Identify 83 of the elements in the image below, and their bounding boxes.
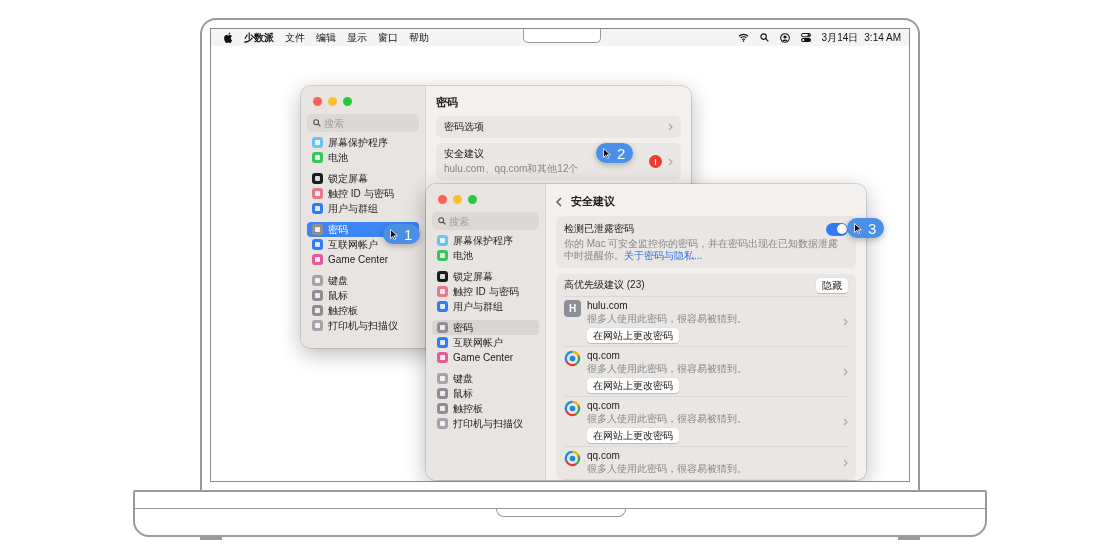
sidebar-item[interactable]: Game Center: [307, 252, 419, 267]
setting-title: 检测已泄露密码: [564, 222, 634, 236]
search-icon[interactable]: [759, 33, 769, 42]
warning-text: 很多人使用此密码，很容易被猜到。: [587, 362, 747, 376]
toggle-switch[interactable]: [826, 222, 848, 236]
sidebar-item[interactable]: 密码: [432, 320, 539, 335]
minimize-button[interactable]: [328, 97, 337, 106]
search-icon: [438, 217, 446, 225]
search-icon: [313, 119, 321, 127]
sidebar-item[interactable]: 触控板: [307, 303, 419, 318]
sidebar-item[interactable]: 键盘: [307, 273, 419, 288]
ring-logo-icon: [564, 450, 581, 467]
setting-description: 你的 Mac 可安全监控你的密码，并在密码出现在已知数据泄露中时提醒你。关于密码与隐私...: [564, 238, 840, 262]
app-menu[interactable]: 少数派: [244, 30, 274, 45]
menu-item[interactable]: 窗口: [378, 30, 398, 45]
section-title: 高优先级建议 (23): [564, 278, 645, 292]
zoom-button[interactable]: [343, 97, 352, 106]
change-password-button[interactable]: 在网站上更改密码: [587, 378, 679, 393]
control-center-icon[interactable]: [800, 33, 811, 42]
step-number: 2: [617, 144, 626, 162]
warning-text: 很多人使用此密码，很容易被猜到。: [587, 462, 747, 476]
hide-button[interactable]: 隐藏: [816, 277, 848, 293]
change-password-button[interactable]: 在网站上更改密码: [587, 428, 679, 443]
close-button[interactable]: [438, 195, 447, 204]
chevron-right-icon: [668, 123, 673, 131]
user-circle-icon[interactable]: [779, 32, 790, 43]
close-button[interactable]: [313, 97, 322, 106]
window-title: 安全建议: [571, 194, 615, 209]
sidebar-item[interactable]: 触控 ID 与密码: [307, 186, 419, 201]
menu-item[interactable]: 文件: [285, 30, 305, 45]
site-name: qq.com: [587, 400, 620, 411]
chevron-right-icon[interactable]: [843, 417, 848, 426]
ring-logo-icon: [564, 400, 581, 417]
menu-bar-date[interactable]: 3月14日: [821, 30, 859, 45]
menu-bar-time[interactable]: 3:14 AM: [864, 32, 901, 43]
row-title: 密码选项: [444, 120, 484, 134]
sidebar-item[interactable]: 鼠标: [432, 386, 539, 401]
back-chevron-icon[interactable]: [556, 196, 562, 207]
menu-item[interactable]: 显示: [347, 30, 367, 45]
cursor-icon: [390, 228, 398, 240]
menu-item[interactable]: 帮助: [409, 30, 429, 45]
sidebar-item[interactable]: 电池: [307, 150, 419, 165]
sidebar-item[interactable]: 触控 ID 与密码: [432, 284, 539, 299]
site-name: qq.com: [587, 450, 620, 461]
sidebar-item[interactable]: 打印机与扫描仪: [432, 416, 539, 431]
sidebar-item[interactable]: Game Center: [432, 350, 539, 365]
warning-text: 很多人使用此密码，很容易被猜到。: [587, 412, 747, 426]
site-letter-icon: H: [564, 300, 581, 317]
cursor-icon: [603, 147, 611, 159]
sidebar-item[interactable]: 键盘: [432, 371, 539, 386]
zoom-button[interactable]: [468, 195, 477, 204]
minimize-button[interactable]: [453, 195, 462, 204]
alert-badge: !: [649, 155, 662, 168]
sidebar-item[interactable]: 屏幕保护程序: [307, 135, 419, 150]
sidebar-item[interactable]: 用户与群组: [432, 299, 539, 314]
step-number: 3: [868, 219, 877, 237]
chevron-right-icon[interactable]: [843, 317, 848, 326]
menu-item[interactable]: 编辑: [316, 30, 336, 45]
cursor-icon: [854, 222, 862, 234]
chevron-right-icon[interactable]: [843, 367, 848, 376]
warning-text: 很多人使用此密码，很容易被猜到。: [587, 312, 747, 326]
site-name: hulu.com: [587, 300, 628, 311]
site-name: qq.com: [587, 350, 620, 361]
sidebar-item[interactable]: 屏幕保护程序: [432, 233, 539, 248]
sidebar-item[interactable]: 触控板: [432, 401, 539, 416]
chevron-right-icon[interactable]: [843, 459, 848, 467]
chevron-right-icon: [668, 157, 673, 166]
sidebar-item[interactable]: 打印机与扫描仪: [307, 318, 419, 333]
sidebar-item[interactable]: 用户与群组: [307, 201, 419, 216]
wifi-icon[interactable]: [737, 33, 749, 42]
sidebar-item[interactable]: 锁定屏幕: [432, 269, 539, 284]
sidebar-item[interactable]: 互联网帐户: [432, 335, 539, 350]
row-title: 安全建议: [444, 147, 484, 161]
apple-logo-icon[interactable]: [223, 32, 233, 43]
change-password-button[interactable]: 在网站上更改密码: [587, 328, 679, 343]
window-title: 密码: [436, 95, 459, 110]
sidebar-item[interactable]: 鼠标: [307, 288, 419, 303]
row-subtitle: hulu.com、qq.com和其他12个: [444, 162, 579, 176]
sidebar-item[interactable]: 锁定屏幕: [307, 171, 419, 186]
ring-logo-icon: [564, 350, 581, 367]
settings-row[interactable]: 密码选项: [436, 116, 681, 138]
sidebar-item[interactable]: 电池: [432, 248, 539, 263]
privacy-link[interactable]: 关于密码与隐私...: [624, 250, 703, 261]
